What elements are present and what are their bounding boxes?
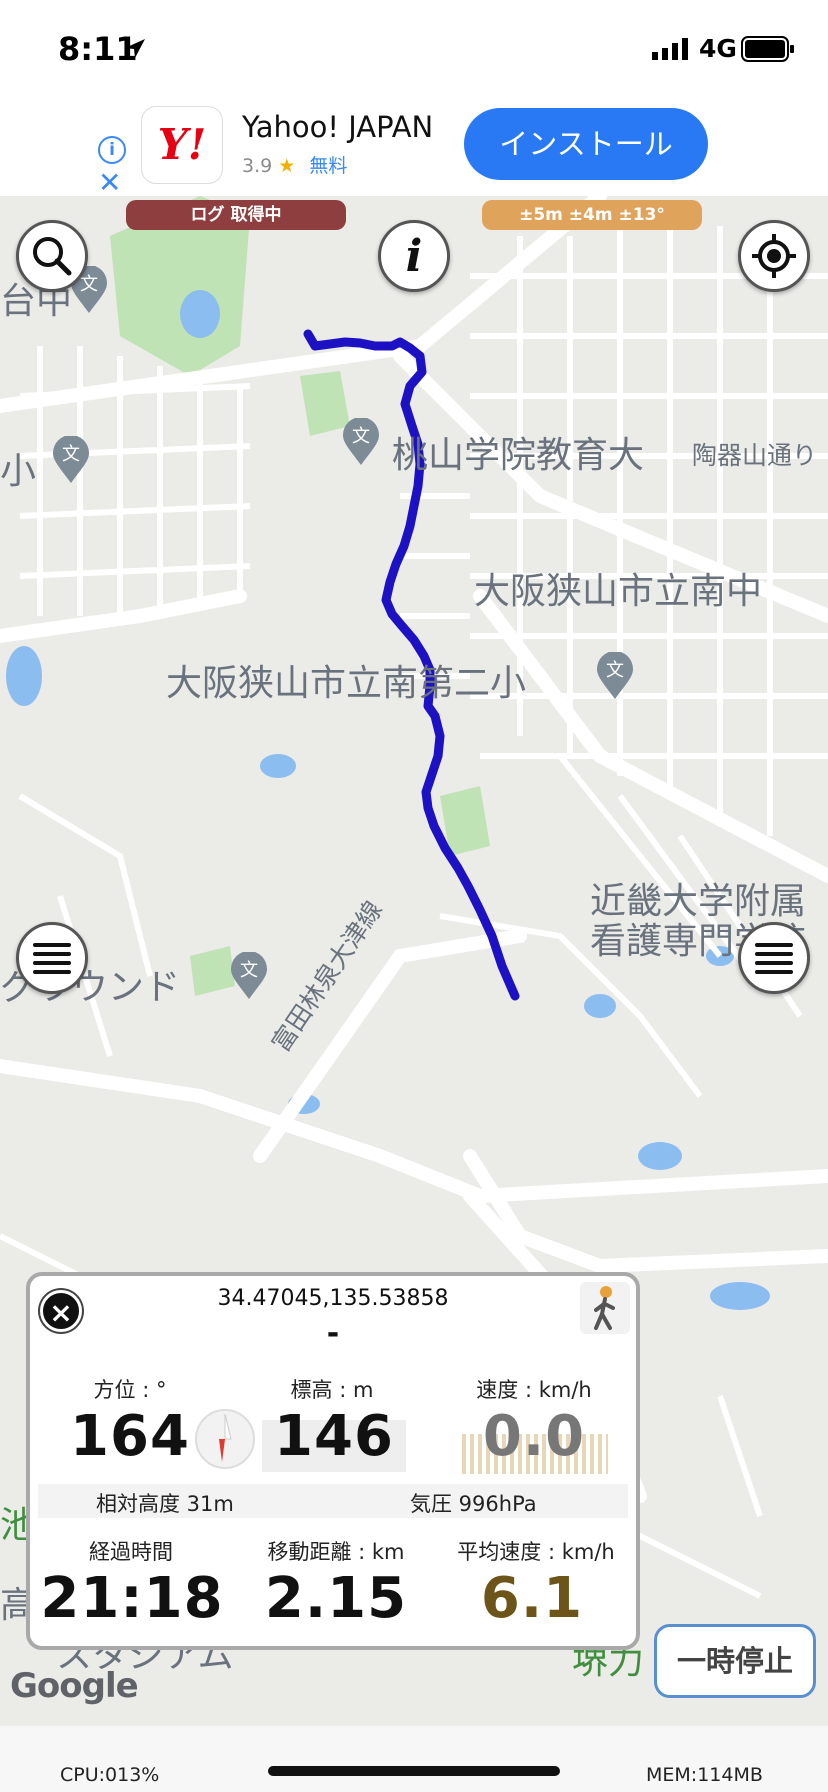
- network-type: 4G: [699, 34, 737, 63]
- home-indicator[interactable]: [268, 1766, 560, 1776]
- map-label: 大阪狭山市立南中: [474, 571, 763, 612]
- distance-label: 移動距離 : km: [267, 1540, 405, 1564]
- walking-person-icon: [594, 1286, 615, 1330]
- activity-mode-button[interactable]: [580, 1282, 630, 1334]
- crosshair-icon: [752, 234, 796, 278]
- bearing-label: 方位 : °: [93, 1378, 167, 1402]
- cpu-usage: CPU:013%: [60, 1764, 160, 1786]
- svg-text:文: 文: [240, 960, 258, 981]
- location-arrow-icon: [125, 39, 145, 58]
- google-logo: Google: [10, 1666, 139, 1706]
- avg-speed-value: 6.1: [480, 1566, 584, 1631]
- elapsed-value: 21:18: [40, 1566, 224, 1631]
- speed-value: 0.0: [482, 1404, 586, 1469]
- ad-app-name: Yahoo! JAPAN: [242, 110, 434, 144]
- close-icon[interactable]: ✕: [98, 166, 121, 199]
- altitude-label: 標高 : m: [290, 1378, 374, 1402]
- info-button[interactable]: i: [378, 220, 450, 292]
- star-icon: ★: [278, 155, 296, 177]
- svg-text:i: i: [406, 231, 423, 282]
- yahoo-app-icon[interactable]: Y!: [142, 107, 222, 183]
- svg-text:文: 文: [62, 444, 80, 465]
- school-pin-icon: 文: [53, 436, 89, 483]
- altitude-value: 146: [274, 1404, 394, 1469]
- accuracy-badge: ±5m ±4m ±13°: [482, 200, 702, 230]
- menu-button-left[interactable]: [16, 922, 88, 994]
- search-icon: [33, 237, 72, 276]
- gps-coordinates: 34.47045,135.53858: [217, 1286, 449, 1311]
- battery-icon: [741, 36, 794, 62]
- cellular-signal-icon: [652, 38, 688, 60]
- school-pin-icon: 文: [597, 652, 633, 699]
- svg-text:文: 文: [352, 426, 370, 447]
- ad-rating: 3.9 ★ 無料: [242, 155, 348, 177]
- install-button[interactable]: インストール: [464, 108, 708, 180]
- info-icon[interactable]: i: [98, 136, 126, 164]
- avg-speed-label: 平均速度 : km/h: [457, 1540, 615, 1564]
- school-pin-icon: 文: [231, 952, 267, 999]
- school-pin-icon: 文: [343, 418, 379, 465]
- elapsed-label: 経過時間: [89, 1540, 173, 1564]
- svg-text:文: 文: [606, 660, 624, 681]
- panel-subtitle: -: [326, 1316, 340, 1351]
- locate-button[interactable]: [738, 220, 810, 292]
- map-label: 小: [0, 451, 37, 492]
- relative-altitude: 相対高度 31m: [96, 1492, 234, 1516]
- map-label: 陶器山通り: [692, 441, 818, 470]
- map-label: 桃山学院教育大: [392, 435, 645, 476]
- pressure-value: 気圧 996hPa: [410, 1492, 537, 1516]
- pause-button[interactable]: 一時停止: [654, 1624, 816, 1698]
- menu-icon: [755, 943, 793, 974]
- compass-icon: [195, 1409, 255, 1469]
- search-button[interactable]: [16, 220, 88, 292]
- menu-icon: [33, 943, 71, 974]
- info-italic-icon: i: [406, 231, 423, 282]
- map-label: 大阪狭山市立南第二小: [166, 663, 527, 704]
- menu-button-right[interactable]: [738, 922, 810, 994]
- logging-status-badge: ログ 取得中: [126, 200, 346, 230]
- memory-usage: MEM:114MB: [646, 1764, 763, 1786]
- speed-label: 速度 : km/h: [476, 1378, 592, 1402]
- distance-value: 2.15: [264, 1566, 408, 1631]
- bearing-value: 164: [70, 1404, 190, 1469]
